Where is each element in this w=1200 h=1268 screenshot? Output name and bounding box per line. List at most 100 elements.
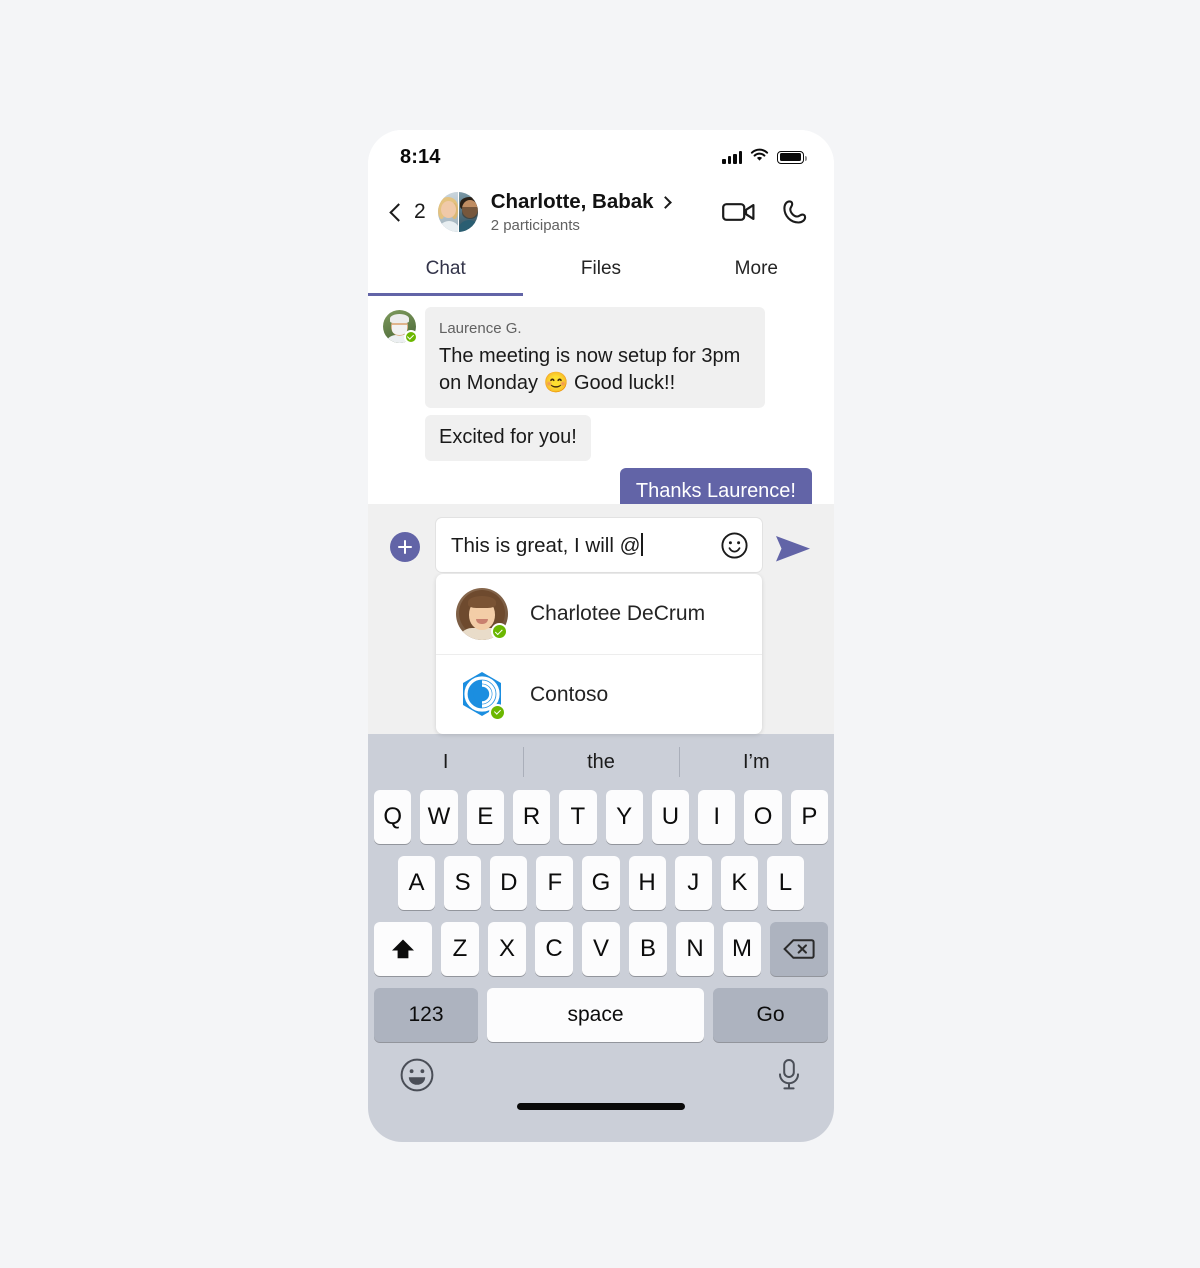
message-input-value: This is great, I will @: [451, 532, 721, 558]
keyboard-row-4: 123 space Go: [368, 988, 834, 1042]
contoso-logo: [456, 669, 508, 721]
mention-item-person[interactable]: Charlotee DeCrum: [436, 574, 762, 654]
presence-available-badge: [491, 623, 508, 640]
participants-count: 2 participants: [490, 217, 580, 234]
keyboard-bottom-bar: [368, 1042, 834, 1126]
message-text: The meeting is now setup for 3pm on Mond…: [439, 345, 741, 394]
keyboard-row-2: A S D F G H J K L: [368, 856, 834, 910]
battery-icon: [777, 150, 807, 164]
smiley-face-icon[interactable]: [721, 531, 748, 559]
screenshot-canvas: 8:14 2 Charlotte, Babak 2 participants C…: [0, 0, 1200, 1268]
chevron-right-icon: [658, 195, 672, 209]
charlotee-avatar: [456, 588, 508, 640]
key-w[interactable]: W: [420, 790, 458, 844]
key-y[interactable]: Y: [605, 790, 643, 844]
key-go[interactable]: Go: [713, 988, 828, 1042]
phone-icon[interactable]: [782, 199, 808, 225]
suggestion-1[interactable]: I: [368, 751, 523, 774]
presence-available-badge: [404, 330, 418, 344]
keyboard-suggestion-bar: I the I’m: [368, 734, 834, 790]
plus-circle-icon[interactable]: [390, 532, 420, 562]
video-camera-icon[interactable]: [722, 200, 756, 224]
key-g[interactable]: G: [582, 856, 620, 910]
key-v[interactable]: V: [582, 922, 620, 976]
key-m[interactable]: M: [723, 922, 761, 976]
status-bar: 8:14: [368, 130, 834, 178]
cellular-signal-icon: [722, 150, 742, 164]
compose-area: This is great, I will @ Charlotee DeCrum…: [368, 504, 834, 734]
chevron-left-icon: [389, 202, 408, 222]
mention-suggestion-list: Charlotee DeCrum Contoso: [436, 574, 762, 734]
backspace-icon[interactable]: [770, 922, 828, 976]
key-j[interactable]: J: [674, 856, 712, 910]
page-title: Charlotte, Babak: [490, 190, 654, 213]
message-input[interactable]: This is great, I will @: [436, 518, 762, 572]
wifi-icon: [750, 148, 769, 167]
tab-files-label: Files: [580, 258, 622, 279]
tab-more-label: More: [734, 258, 778, 279]
mention-item-label: Charlotee DeCrum: [530, 602, 706, 625]
avatar-half-charlotte: [437, 192, 458, 232]
home-indicator: [517, 1103, 685, 1110]
key-o[interactable]: O: [744, 790, 782, 844]
key-u[interactable]: U: [651, 790, 690, 844]
key-b[interactable]: B: [629, 922, 667, 976]
key-numbers[interactable]: 123: [374, 988, 478, 1042]
microphone-icon[interactable]: [776, 1058, 802, 1097]
on-screen-keyboard: I the I’m Q W E R T Y U I O P A S D F G …: [368, 734, 834, 1142]
key-f[interactable]: F: [536, 856, 574, 910]
status-bar-time: 8:14: [400, 145, 441, 168]
text-caret: [641, 532, 643, 556]
header-actions: [722, 199, 808, 225]
shift-arrow-icon[interactable]: [374, 922, 432, 976]
tab-more[interactable]: More: [679, 246, 834, 296]
key-k[interactable]: K: [720, 856, 758, 910]
key-p[interactable]: P: [790, 790, 828, 844]
message-input-text: This is great, I will @: [451, 533, 641, 557]
key-e[interactable]: E: [466, 790, 504, 844]
key-l[interactable]: L: [766, 856, 804, 910]
key-space[interactable]: space: [487, 988, 704, 1042]
key-z[interactable]: Z: [441, 922, 479, 976]
emoji-keyboard-icon[interactable]: [400, 1058, 434, 1097]
key-s[interactable]: S: [444, 856, 482, 910]
message-sender: Laurence G.: [439, 320, 522, 337]
message-bubble: Laurence G. The meeting is now setup for…: [425, 307, 765, 408]
tab-active-indicator: [368, 293, 524, 296]
suggestion-2[interactable]: the: [523, 751, 678, 774]
phone-frame: 8:14 2 Charlotte, Babak 2 participants C…: [368, 130, 834, 1142]
key-t[interactable]: T: [559, 790, 597, 844]
tab-bar: Chat Files More: [368, 246, 834, 296]
message-bubble-outgoing: Thanks Laurence!: [619, 468, 812, 504]
tab-chat[interactable]: Chat: [368, 246, 523, 296]
key-r[interactable]: R: [512, 790, 551, 844]
presence-available-badge: [489, 703, 506, 721]
keyboard-row-3: Z X C V B N M: [368, 922, 834, 976]
key-c[interactable]: C: [535, 922, 573, 976]
suggestion-3[interactable]: I’m: [679, 751, 834, 774]
chat-title-block[interactable]: Charlotte, Babak 2 participants: [491, 190, 722, 234]
message-list: Laurence G. The meeting is now setup for…: [368, 296, 834, 504]
tab-files[interactable]: Files: [523, 246, 678, 296]
tab-chat-label: Chat: [425, 258, 466, 279]
key-a[interactable]: A: [398, 856, 436, 910]
message-text: Thanks Laurence!: [635, 480, 796, 502]
laurence-avatar[interactable]: [383, 310, 418, 344]
key-i[interactable]: I: [698, 790, 736, 844]
avatar-half-babak: [457, 192, 478, 232]
send-arrow-icon[interactable]: [774, 534, 812, 569]
status-bar-icons: [722, 148, 807, 167]
key-q[interactable]: Q: [374, 790, 412, 844]
key-d[interactable]: D: [490, 856, 528, 910]
key-h[interactable]: H: [628, 856, 666, 910]
back-unread-count: 2: [414, 200, 426, 223]
mention-item-org[interactable]: Contoso: [436, 654, 762, 734]
back-button[interactable]: 2: [389, 200, 426, 224]
key-x[interactable]: X: [488, 922, 526, 976]
group-avatar[interactable]: [437, 192, 478, 232]
bubble-group-incoming: Laurence G. The meeting is now setup for…: [425, 307, 765, 461]
key-n[interactable]: N: [676, 922, 714, 976]
compose-column: This is great, I will @ Charlotee DeCrum…: [436, 518, 762, 734]
message-row-outgoing: Thanks Laurence!: [383, 468, 812, 504]
keyboard-row-1: Q W E R T Y U I O P: [368, 790, 834, 844]
